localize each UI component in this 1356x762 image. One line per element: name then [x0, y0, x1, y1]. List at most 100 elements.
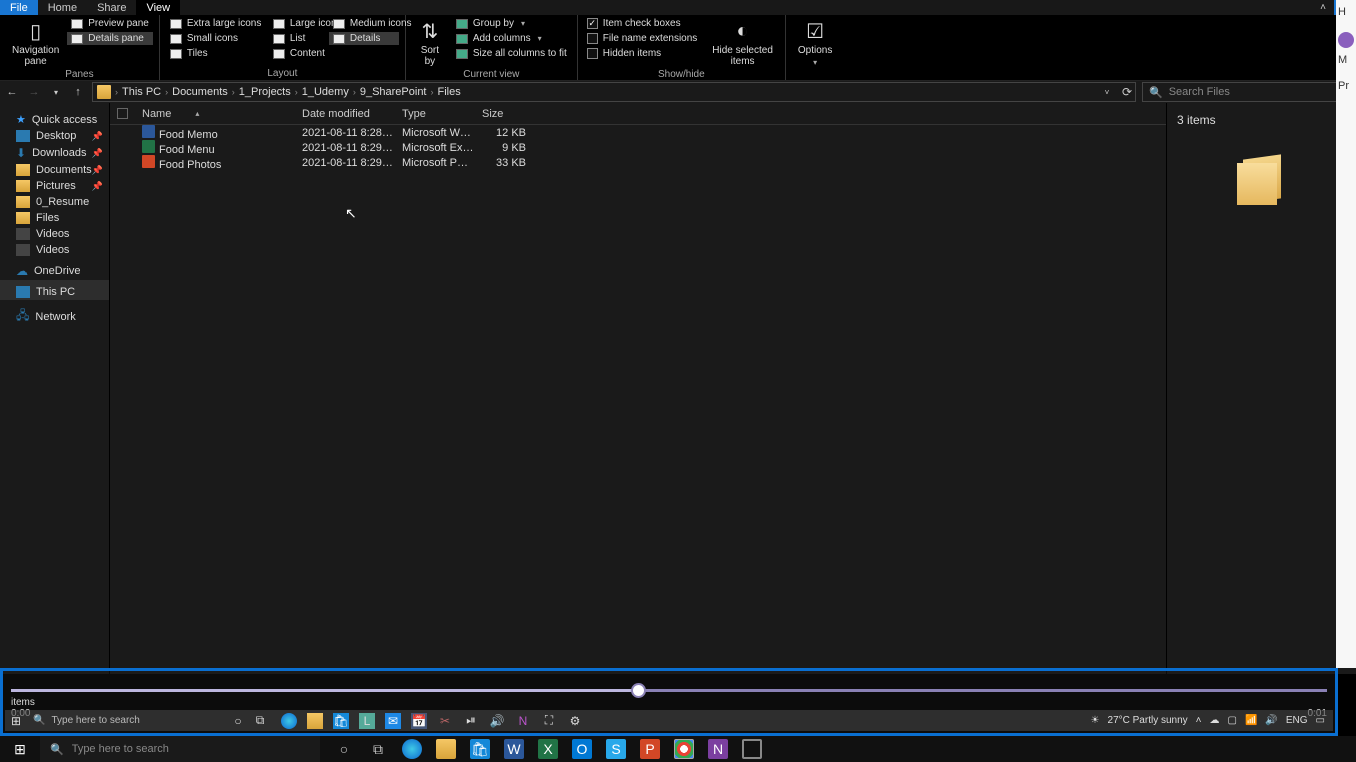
onenote-icon[interactable]: N [708, 739, 728, 759]
notification-icon[interactable]: ▭ [1316, 715, 1325, 726]
store-icon[interactable]: 🛍 [333, 713, 349, 729]
breadcrumb-seg[interactable]: Files [438, 86, 461, 98]
weather-icon[interactable]: ☀ [1091, 715, 1100, 726]
breadcrumb-seg[interactable]: 1_Udemy [302, 86, 349, 98]
nav-forward-button[interactable]: → [26, 86, 42, 98]
hide-selected-button[interactable]: ◐ Hide selected items [706, 17, 779, 69]
explorer-icon[interactable] [307, 713, 323, 729]
nav-files[interactable]: Files [0, 210, 109, 226]
file-row[interactable]: Food Photos2021-08-11 8:29 PMMicrosoft P… [110, 155, 1166, 170]
edge-icon[interactable] [402, 739, 422, 759]
nav-onedrive[interactable]: ☁OneDrive [0, 258, 109, 280]
cortana-icon[interactable]: ○ [227, 714, 249, 728]
preview-pane-button[interactable]: Preview pane [67, 17, 153, 30]
nav-recent-dropdown[interactable]: ▾ [48, 88, 64, 97]
ribbon-collapse-icon[interactable]: ˄ [1312, 0, 1334, 15]
file-list-area[interactable]: Name Date modified Type Size Food Memo20… [110, 103, 1166, 674]
size-columns-button[interactable]: Size all columns to fit [452, 47, 571, 60]
taskbar-search-input[interactable]: 🔍Type here to search [40, 736, 320, 762]
onedrive-tray-icon[interactable]: ☁ [1210, 715, 1220, 726]
file-name-extensions-toggle[interactable]: File name extensions [584, 32, 701, 45]
nav-up-button[interactable]: ↑ [70, 86, 86, 98]
refresh-button[interactable]: ⟳ [1119, 85, 1135, 99]
fullscreen-icon[interactable]: ⛶ [541, 713, 557, 729]
tab-file[interactable]: File [0, 0, 38, 15]
layout-small[interactable]: Small icons [166, 32, 269, 45]
breadcrumb-seg[interactable]: 1_Projects [239, 86, 291, 98]
nav-resume[interactable]: 0_Resume [0, 194, 109, 210]
volume-icon[interactable]: 🔊 [489, 713, 505, 729]
nav-back-button[interactable]: ← [4, 86, 20, 98]
seek-handle[interactable] [631, 683, 646, 698]
chevron-up-icon[interactable]: ˄ [1196, 715, 1202, 726]
powerpoint-icon[interactable]: P [640, 739, 660, 759]
nav-pictures[interactable]: Pictures📌 [0, 178, 109, 194]
chrome-icon[interactable] [674, 739, 694, 759]
layout-large[interactable]: Large icons [269, 17, 329, 30]
settings-icon[interactable]: ⚙ [567, 713, 583, 729]
add-columns-button[interactable]: Add columns▾ [452, 32, 571, 45]
search-input[interactable]: 🔍 Search Files [1142, 82, 1352, 102]
outlook-icon[interactable]: O [572, 739, 592, 759]
col-size[interactable]: Size [474, 108, 534, 120]
tab-view[interactable]: View [136, 0, 180, 15]
onenote-icon[interactable]: N [515, 713, 531, 729]
layout-medium[interactable]: Medium icons [329, 17, 399, 30]
mail-icon[interactable]: ✉ [385, 713, 401, 729]
battery-icon[interactable]: ▢ [1228, 715, 1237, 726]
file-row[interactable]: Food Memo2021-08-11 8:28 PMMicrosoft Wor… [110, 125, 1166, 140]
options-button[interactable]: ☑ Options ▾ [792, 17, 838, 69]
layout-tiles[interactable]: Tiles [166, 47, 269, 60]
details-pane-button[interactable]: Details pane [67, 32, 153, 45]
weather-text[interactable]: 27°C Partly sunny [1108, 715, 1188, 726]
hidden-items-toggle[interactable]: Hidden items [584, 47, 701, 60]
app-icon[interactable]: L [359, 713, 375, 729]
nav-quick-access[interactable]: ★Quick access [0, 107, 109, 128]
nav-downloads[interactable]: ⬇Downloads📌 [0, 144, 109, 162]
nav-desktop[interactable]: Desktop📌 [0, 128, 109, 144]
taskview-icon[interactable]: ⧉ [249, 713, 271, 728]
lang-indicator[interactable]: ENG [1286, 715, 1308, 726]
nav-documents[interactable]: Documents📌 [0, 162, 109, 178]
address-dropdown-icon[interactable]: ˅ [1099, 88, 1115, 97]
start-icon[interactable]: ⊞ [5, 714, 27, 728]
col-type[interactable]: Type [394, 108, 474, 120]
excel-icon[interactable]: X [538, 739, 558, 759]
explorer-icon[interactable] [436, 739, 456, 759]
word-icon[interactable]: W [504, 739, 524, 759]
start-button[interactable]: ⊞ [0, 741, 40, 758]
file-row[interactable]: Food Menu2021-08-11 8:29 PMMicrosoft Exc… [110, 140, 1166, 155]
tab-home[interactable]: Home [38, 0, 87, 15]
wifi-icon[interactable]: 📶 [1245, 715, 1257, 726]
layout-details[interactable]: Details [329, 32, 399, 45]
nav-this-pc[interactable]: This PC [0, 280, 109, 300]
group-by-button[interactable]: Group by▾ [452, 17, 571, 30]
sort-by-button[interactable]: ⇅ Sort by [412, 17, 448, 69]
layout-content[interactable]: Content [269, 47, 329, 60]
snip-icon[interactable]: ✂ [437, 713, 453, 729]
breadcrumb-seg[interactable]: This PC [122, 86, 161, 98]
item-check-boxes-toggle[interactable]: ✓Item check boxes [584, 17, 701, 30]
breadcrumb-seg[interactable]: Documents [172, 86, 228, 98]
cortana-icon[interactable]: ○ [334, 739, 354, 759]
nav-videos2[interactable]: Videos [0, 242, 109, 258]
breadcrumb[interactable]: › This PC› Documents› 1_Projects› 1_Udem… [92, 82, 1136, 102]
col-date[interactable]: Date modified [294, 108, 394, 120]
select-all-checkbox[interactable] [110, 108, 134, 119]
col-name[interactable]: Name [134, 108, 294, 120]
play-pause-icon[interactable]: ⏯ [463, 713, 479, 729]
teams-icon[interactable]: S [606, 739, 626, 759]
layout-extra-large[interactable]: Extra large icons [166, 17, 269, 30]
nav-videos[interactable]: Videos [0, 226, 109, 242]
breadcrumb-seg[interactable]: 9_SharePoint [360, 86, 427, 98]
inner-search-input[interactable]: 🔍Type here to search [27, 715, 227, 726]
calendar-icon[interactable]: 📅 [411, 713, 427, 729]
clock-icon[interactable] [742, 739, 762, 759]
store-icon[interactable]: 🛍 [470, 739, 490, 759]
navigation-pane-button[interactable]: ▯ Navigation pane [6, 17, 65, 69]
edge-icon[interactable] [281, 713, 297, 729]
tab-share[interactable]: Share [87, 0, 136, 15]
nav-network[interactable]: 🖧Network [0, 300, 109, 329]
layout-list[interactable]: List [269, 32, 329, 45]
taskview-icon[interactable]: ⧉ [368, 739, 388, 759]
